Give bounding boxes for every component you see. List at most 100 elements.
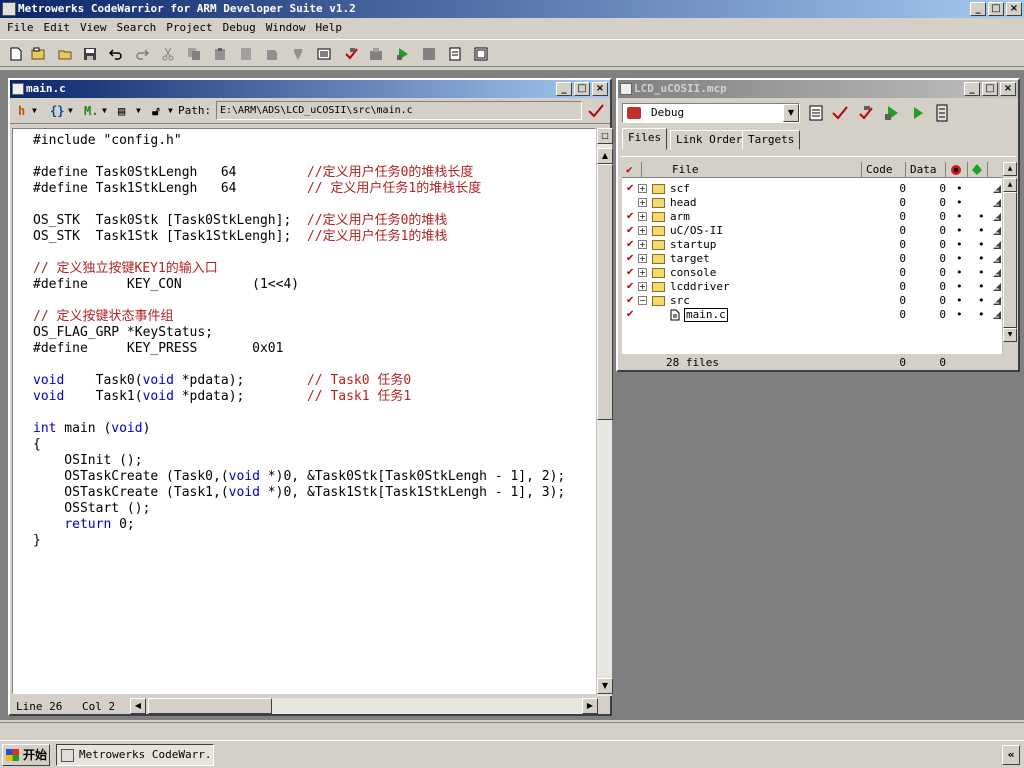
- file-list-row[interactable]: ✔ + scf 0 0 •: [622, 182, 1002, 196]
- app-title-bar[interactable]: Metrowerks CodeWarrior for ARM Developer…: [0, 0, 1024, 18]
- file-list-row[interactable]: ✔ + target 0 0 • •: [622, 252, 1002, 266]
- editor-maximize-button[interactable]: □: [574, 82, 590, 96]
- new-project-icon[interactable]: [28, 44, 48, 64]
- touch-icon[interactable]: [992, 268, 1002, 278]
- editor-close-button[interactable]: ×: [592, 82, 608, 96]
- scroll-thumb[interactable]: [597, 164, 613, 420]
- group-name[interactable]: src: [670, 294, 690, 308]
- interface-column-header[interactable]: [968, 162, 988, 178]
- target-settings-icon[interactable]: [471, 44, 491, 64]
- split-pane-handle[interactable]: □: [597, 128, 613, 144]
- functions-menu[interactable]: {}: [50, 103, 64, 119]
- synchronize-icon[interactable]: [832, 105, 848, 121]
- menu-edit[interactable]: Edit: [39, 19, 76, 37]
- checkmark-icon[interactable]: ✔: [626, 294, 634, 308]
- expand-toggle[interactable]: +: [638, 212, 647, 221]
- touch-icon[interactable]: [992, 254, 1002, 264]
- taskbar-app-button[interactable]: Metrowerks CodeWarr...: [56, 744, 214, 766]
- file-column-header[interactable]: File: [642, 162, 862, 178]
- bookmark-menu[interactable]: h: [18, 103, 25, 119]
- debug-icon[interactable]: [884, 105, 900, 121]
- group-name[interactable]: arm: [670, 210, 690, 224]
- debug-flag[interactable]: •: [956, 280, 963, 294]
- minimize-button[interactable]: _: [970, 2, 986, 16]
- scroll-up-button[interactable]: ▲: [597, 148, 613, 164]
- project-settings-icon[interactable]: [445, 44, 465, 64]
- new-file-icon[interactable]: [6, 44, 26, 64]
- browser-icon[interactable]: [314, 44, 334, 64]
- expand-toggle[interactable]: +: [638, 254, 647, 263]
- project-title-bar[interactable]: LCD_uCOSII.mcp _ □ ×: [618, 80, 1018, 98]
- checkmark-icon[interactable]: ✔: [626, 308, 634, 322]
- editor-vertical-scrollbar[interactable]: □ ▲ ▼: [596, 128, 613, 696]
- checkmark-icon[interactable]: ✔: [626, 252, 634, 266]
- expand-toggle[interactable]: +: [638, 240, 647, 249]
- checkmark-icon[interactable]: ✔: [626, 238, 634, 252]
- scroll-down-button[interactable]: ▼: [1003, 328, 1017, 342]
- expand-toggle[interactable]: −: [638, 296, 647, 305]
- check-syntax-icon[interactable]: [341, 44, 361, 64]
- menu-search[interactable]: Search: [112, 19, 162, 37]
- touch-icon[interactable]: [992, 198, 1002, 208]
- tray-expand-button[interactable]: «: [1002, 745, 1020, 765]
- debug-icon[interactable]: [393, 44, 413, 64]
- debug-column-header[interactable]: [946, 162, 968, 178]
- tab-link-order[interactable]: Link Order: [670, 130, 749, 150]
- markers-menu[interactable]: M.: [84, 103, 98, 119]
- file-list-row[interactable]: ✔ + console 0 0 • •: [622, 266, 1002, 280]
- expand-toggle[interactable]: +: [638, 268, 647, 277]
- group-name[interactable]: head: [670, 196, 697, 210]
- interface-flag[interactable]: •: [978, 266, 985, 280]
- editor-title-bar[interactable]: main.c _ □ ×: [10, 80, 610, 98]
- scroll-thumb[interactable]: [1003, 192, 1017, 328]
- touch-icon[interactable]: [992, 282, 1002, 292]
- expand-toggle[interactable]: +: [638, 226, 647, 235]
- scroll-right-button[interactable]: ▶: [582, 698, 598, 714]
- project-maximize-button[interactable]: □: [982, 82, 998, 96]
- check-syntax-icon[interactable]: [588, 104, 604, 118]
- redo-icon[interactable]: [132, 44, 152, 64]
- data-column-header[interactable]: Data: [906, 162, 946, 178]
- debug-flag[interactable]: •: [956, 294, 963, 308]
- interface-flag[interactable]: •: [978, 252, 985, 266]
- open-icon[interactable]: [55, 44, 75, 64]
- debug-flag[interactable]: •: [956, 196, 963, 210]
- interface-flag[interactable]: •: [978, 238, 985, 252]
- horizontal-scroll-thumb[interactable]: [148, 698, 272, 714]
- interface-flag[interactable]: •: [978, 308, 985, 322]
- file-list-row[interactable]: ✔ + lcddriver 0 0 • •: [622, 280, 1002, 294]
- cut-icon[interactable]: [158, 44, 178, 64]
- paste-icon[interactable]: [210, 44, 230, 64]
- interface-flag[interactable]: •: [978, 210, 985, 224]
- checkmark-icon[interactable]: ✔: [626, 210, 634, 224]
- debug-flag[interactable]: •: [956, 224, 963, 238]
- menu-help[interactable]: Help: [310, 19, 347, 37]
- interface-flag[interactable]: •: [978, 294, 985, 308]
- file-list-scrollbar[interactable]: ▲ ▲ ▼: [1002, 162, 1017, 356]
- project-minimize-button[interactable]: _: [964, 82, 980, 96]
- make-icon[interactable]: [366, 44, 386, 64]
- lock-icon[interactable]: 🔓︎: [152, 103, 160, 119]
- restore-button[interactable]: □: [988, 2, 1004, 16]
- file-list-row[interactable]: ✔ + arm 0 0 • •: [622, 210, 1002, 224]
- project-close-button[interactable]: ×: [1000, 82, 1016, 96]
- replace-icon[interactable]: [288, 44, 308, 64]
- touch-icon[interactable]: [992, 184, 1002, 194]
- stop-icon[interactable]: [419, 44, 439, 64]
- find-icon[interactable]: [236, 44, 256, 64]
- file-list-row[interactable]: ✔ main.c 0 0 • •: [622, 308, 1002, 322]
- target-select[interactable]: Debug ▼: [622, 103, 800, 123]
- file-list-row[interactable]: ✔ − src 0 0 • •: [622, 294, 1002, 308]
- target-settings-icon[interactable]: [808, 105, 824, 121]
- file-list-row[interactable]: ✔ + startup 0 0 • •: [622, 238, 1002, 252]
- menu-file[interactable]: File: [2, 19, 39, 37]
- file-list-row[interactable]: ✔ + uC/OS-II 0 0 • •: [622, 224, 1002, 238]
- expand-toggle[interactable]: +: [638, 282, 647, 291]
- chevron-down-icon[interactable]: ▼: [783, 104, 799, 122]
- project-inspector-icon[interactable]: [936, 104, 948, 122]
- menu-debug[interactable]: Debug: [218, 19, 261, 37]
- menu-project[interactable]: Project: [161, 19, 217, 37]
- expand-toggle[interactable]: +: [638, 184, 647, 193]
- checkmark-icon[interactable]: ✔: [626, 182, 634, 196]
- tab-files[interactable]: Files: [622, 128, 668, 150]
